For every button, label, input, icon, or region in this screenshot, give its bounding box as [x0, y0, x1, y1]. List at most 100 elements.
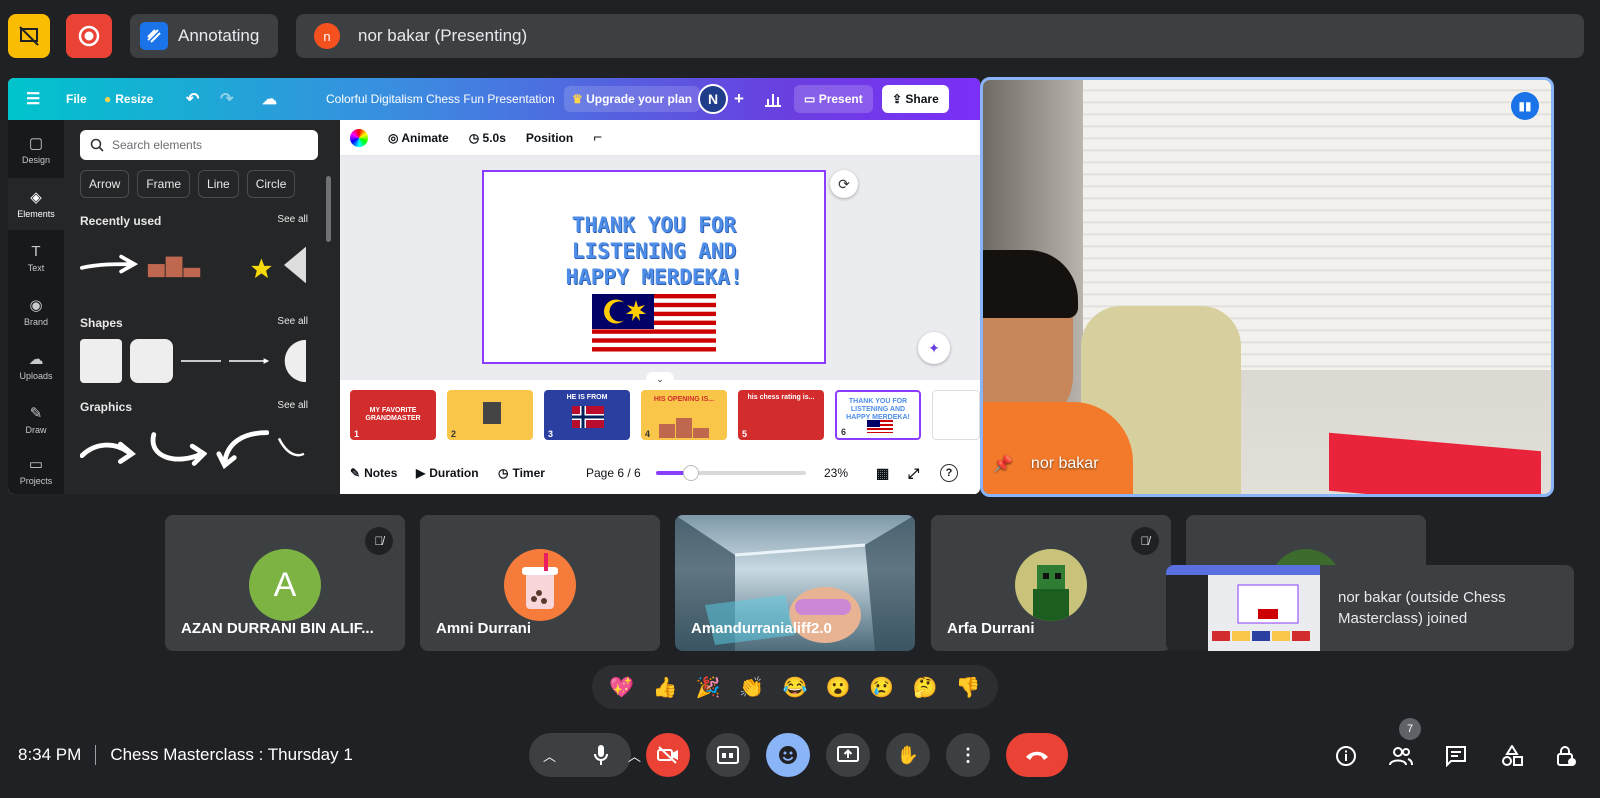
participant-joined-toast[interactable]: nor bakar (outside Chess Masterclass) jo… — [1166, 565, 1574, 651]
rounded-square-shape[interactable] — [130, 339, 173, 383]
participant-tile[interactable]: Amni Durrani — [420, 515, 660, 651]
arrow-shape-element[interactable] — [283, 245, 306, 285]
document-title[interactable]: Colorful Digitalism Chess Fun Presentati… — [326, 78, 555, 120]
reactions-button[interactable] — [766, 733, 810, 777]
insights-icon[interactable] — [764, 78, 782, 120]
see-all-link[interactable]: See all — [277, 400, 308, 414]
presenter-video-tile[interactable]: ▮▮ 📌 nor bakar — [980, 77, 1554, 497]
rail-item-uploads[interactable]: ☁ Uploads — [8, 340, 64, 392]
rail-item-draw[interactable]: ✎ Draw — [8, 394, 64, 446]
help-icon[interactable]: ? — [940, 464, 958, 482]
chip-circle[interactable]: Circle — [246, 170, 296, 198]
paint-roller-icon[interactable]: ⌐ — [593, 129, 602, 146]
file-menu[interactable]: File — [66, 78, 87, 120]
rail-item-text[interactable]: T Text — [8, 232, 64, 284]
captions-button[interactable] — [706, 733, 750, 777]
reaction-party-popper[interactable]: 🎉 — [696, 675, 721, 700]
video-options-chevron-icon[interactable]: ︿ — [628, 746, 641, 765]
reaction-laughing[interactable]: 😂 — [783, 675, 808, 700]
camera-off-button[interactable] — [646, 733, 690, 777]
thumbnail-page-5[interactable]: his chess rating is... 5 — [738, 390, 824, 440]
refresh-icon[interactable]: ⟳ — [830, 170, 858, 198]
panel-scrollbar[interactable] — [326, 176, 331, 242]
raise-hand-button[interactable]: ✋ — [886, 733, 930, 777]
rail-item-projects[interactable]: ▭ Projects — [8, 448, 64, 494]
collapse-thumbnails-icon[interactable]: ⌄ — [646, 372, 674, 386]
microphone-button[interactable] — [581, 735, 621, 775]
audio-options-chevron-icon[interactable]: ︿ — [543, 746, 556, 765]
reaction-thumbs-up[interactable]: 👍 — [653, 675, 678, 700]
share-button[interactable]: ⇪ Share — [882, 78, 949, 120]
participant-tile[interactable]: 🎙̸ Arfa Durrani — [931, 515, 1171, 651]
reaction-surprised[interactable]: 😮 — [826, 675, 851, 700]
see-all-link[interactable]: See all — [277, 214, 308, 228]
duration-button[interactable]: ◷ 5.0s — [469, 131, 506, 145]
reaction-clapping[interactable]: 👏 — [739, 675, 764, 700]
more-options-button[interactable]: ⋮ — [946, 733, 990, 777]
menu-icon[interactable]: ☰ — [26, 78, 40, 120]
search-elements-field[interactable]: Search elements — [80, 130, 318, 160]
rail-item-elements[interactable]: ◈ Elements — [8, 178, 64, 230]
square-shape[interactable] — [80, 339, 123, 383]
curved-arrow-graphic[interactable] — [80, 432, 140, 466]
resize-button[interactable]: ● Resize — [104, 78, 153, 120]
reaction-thumbs-down[interactable]: 👎 — [956, 675, 981, 700]
participant-tile[interactable]: 🎙̸ A AZAN DURRANI BIN ALIF... — [165, 515, 405, 651]
fullscreen-icon[interactable]: ⤢ — [908, 465, 919, 482]
present-button[interactable]: ▭ Present — [794, 78, 873, 120]
people-icon[interactable] — [1385, 740, 1417, 772]
record-button[interactable] — [66, 14, 112, 58]
reaction-sparkling-heart[interactable]: 💖 — [609, 675, 634, 700]
leave-call-button[interactable] — [1006, 733, 1068, 777]
chat-icon[interactable] — [1440, 740, 1472, 772]
magic-sparkle-icon[interactable]: ✦ — [918, 332, 950, 364]
podium-element[interactable] — [146, 250, 202, 280]
add-page-thumbnail[interactable] — [932, 390, 980, 440]
participant-tile[interactable]: Amandurranialiff2.0 — [675, 515, 915, 651]
presenting-banner[interactable]: n nor bakar (Presenting) — [296, 14, 1584, 58]
zoom-slider[interactable] — [656, 465, 806, 481]
chip-line[interactable]: Line — [198, 170, 239, 198]
reaction-thinking[interactable]: 🤔 — [913, 675, 938, 700]
thumbnail-page-6[interactable]: THANK YOU FOR LISTENING AND HAPPY MERDEK… — [835, 390, 921, 440]
rail-item-design[interactable]: ▢ Design — [8, 124, 64, 176]
redo-icon[interactable]: ↷ — [220, 78, 233, 120]
annotating-button[interactable]: Annotating — [130, 14, 278, 58]
grid-view-icon[interactable]: ▦ — [876, 465, 889, 482]
thumbnail-page-4[interactable]: HIS OPENING IS... 4 — [641, 390, 727, 440]
notes-button[interactable]: ✎ Notes — [350, 466, 397, 480]
hook-arrow-graphic[interactable] — [215, 428, 270, 470]
animate-button[interactable]: ◎ Animate — [388, 131, 449, 145]
activities-icon[interactable] — [1496, 740, 1528, 772]
timer-button[interactable]: ◷ Timer — [498, 466, 545, 480]
current-slide[interactable]: THANK YOU FOR LISTENING AND HAPPY MERDEK… — [482, 170, 826, 364]
arrow-line-shape[interactable] — [228, 356, 270, 366]
rail-item-brand[interactable]: ◉ Brand — [8, 286, 64, 338]
color-picker-icon[interactable] — [350, 128, 368, 147]
swirl-arrow-graphic[interactable] — [148, 428, 208, 470]
hide-overlay-button[interactable] — [8, 14, 50, 58]
position-button[interactable]: Position — [526, 131, 573, 145]
thin-arrow-graphic[interactable] — [277, 434, 306, 464]
zoom-slider-knob[interactable] — [682, 465, 699, 481]
user-avatar[interactable]: N — [698, 78, 728, 120]
upgrade-plan-button[interactable]: ♛ Upgrade your plan — [564, 78, 701, 120]
undo-icon[interactable]: ↶ — [186, 78, 199, 120]
chip-frame[interactable]: Frame — [137, 170, 191, 198]
line-shape[interactable] — [180, 356, 221, 366]
meeting-details-icon[interactable] — [1330, 740, 1362, 772]
cloud-save-icon[interactable]: ☁ — [262, 78, 277, 120]
see-all-link[interactable]: See all — [277, 316, 308, 330]
present-now-button[interactable] — [826, 733, 870, 777]
circle-shape[interactable] — [277, 339, 306, 383]
white-arrow-element[interactable] — [80, 250, 138, 280]
duration-footer-button[interactable]: ▶ Duration — [416, 466, 479, 480]
add-collaborator-icon[interactable]: + — [734, 78, 744, 120]
host-controls-lock-icon[interactable] — [1550, 740, 1582, 772]
chip-arrow[interactable]: Arrow — [80, 170, 130, 198]
thumbnail-page-2[interactable]: 2 — [447, 390, 533, 440]
thumbnail-page-3[interactable]: HE IS FROM 3 — [544, 390, 630, 440]
crescent-star-element[interactable] — [210, 242, 275, 288]
pin-icon[interactable]: 📌 — [993, 454, 1013, 474]
thumbnail-page-1[interactable]: MY FAVORITE GRANDMASTER 1 — [350, 390, 436, 440]
